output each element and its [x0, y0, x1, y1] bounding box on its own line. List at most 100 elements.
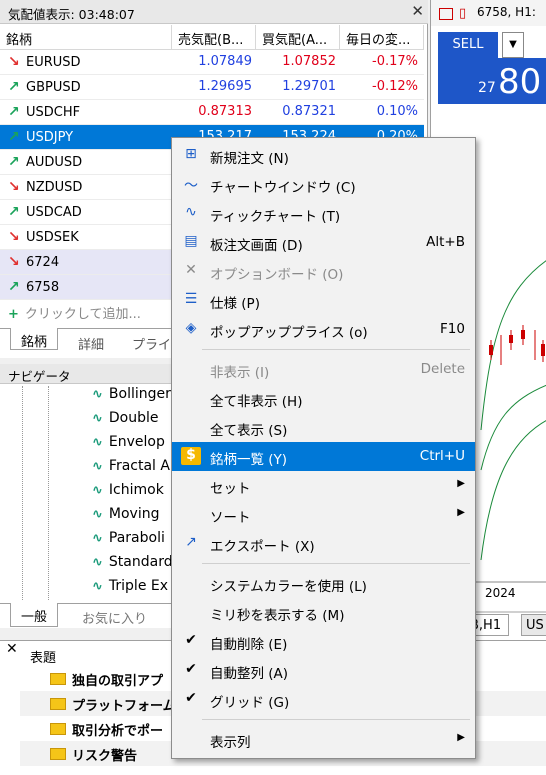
indicator-label: Standard — [108, 554, 173, 570]
menu-separator — [202, 719, 470, 720]
column-bid[interactable]: 売気配(B... — [172, 25, 256, 50]
menu-item-label: ポップアッププライス (o) — [210, 325, 368, 341]
indicator-label: Paraboli — [108, 530, 165, 546]
symbol-row[interactable]: ↗ GBPUSD 1.29695 1.29701 -0.12% — [0, 75, 424, 100]
menu-item[interactable]: ◈ ポップアッププライス (o) F10 — [172, 315, 475, 344]
tab-general[interactable]: 一般 — [10, 603, 59, 627]
new-order-icon: ⊞ — [185, 146, 197, 162]
menu-item-label: 表示列 — [210, 735, 251, 751]
menu-item[interactable]: ▤ 板注文画面 (D) Alt+B — [172, 228, 475, 257]
menu-item-label: チャートウインドウ (C) — [210, 180, 356, 196]
tab-details[interactable]: 詳細 — [68, 331, 114, 353]
bid-cell: 1.29695 — [198, 79, 252, 94]
menu-item-label: 新規注文 (N) — [210, 151, 289, 167]
symbol-cell: ↘ NZDUSD — [8, 175, 168, 200]
menu-item[interactable]: ミリ秒を表示する (M) — [172, 598, 475, 627]
column-ask[interactable]: 買気配(A... — [256, 25, 340, 50]
indicator-label: Bollinger — [108, 386, 171, 402]
indicator-item[interactable]: ∿ Paraboli — [92, 530, 165, 554]
close-icon[interactable]: ✕ — [411, 2, 424, 20]
sell-price[interactable]: 27 80 — [438, 58, 546, 104]
menu-item[interactable]: ↗ エクスポート (X) — [172, 529, 475, 558]
chevron-down-icon: ▼ — [509, 39, 517, 50]
envelope-icon — [50, 723, 66, 735]
menu-item-label: セット — [210, 481, 251, 497]
trade-icon: ▯ — [459, 6, 467, 21]
symbol-cell: ↗ USDJPY — [8, 125, 168, 150]
chart-header: 6758, H1: — [477, 5, 536, 19]
column-symbol[interactable]: 銘柄 — [0, 25, 172, 50]
menu-item-shortcut: Delete — [420, 361, 465, 377]
symbol-cell: ↗ USDCAD — [8, 200, 168, 225]
submenu-arrow-icon: ▶ — [457, 507, 465, 518]
checkmark-icon: ✔ — [185, 632, 197, 648]
menu-item-label: システムカラーを使用 (L) — [210, 579, 367, 595]
indicator-label: Triple Ex — [108, 578, 169, 594]
submenu-arrow-icon: ▶ — [457, 732, 465, 743]
indicator-icon: ∿ — [92, 579, 103, 594]
price-small: 27 — [478, 80, 496, 96]
ask-cell: 1.07852 — [282, 54, 336, 69]
menu-item[interactable]: ✔ グリッド (G) — [172, 685, 475, 714]
sell-button[interactable]: SELL — [438, 32, 498, 58]
menu-item[interactable]: ☰ 仕様 (P) — [172, 286, 475, 315]
indicator-item[interactable]: ∿ Bollinger — [92, 386, 171, 410]
menu-item[interactable]: ✔ 自動削除 (E) — [172, 627, 475, 656]
arrow-up-icon: ↗ — [8, 279, 20, 295]
arrow-down-icon: ↘ — [8, 254, 20, 270]
menu-item[interactable]: 表示列 ▶ — [172, 725, 475, 754]
symbol-name: USDSEK — [26, 230, 79, 245]
indicator-item[interactable]: ∿ Fractal A — [92, 458, 170, 482]
tab-favorites[interactable]: お気に入り — [72, 605, 157, 627]
menu-item-label: 全て表示 (S) — [210, 423, 288, 439]
change-cell: -0.12% — [372, 79, 418, 94]
indicator-label: Envelop — [108, 434, 165, 450]
indicator-item[interactable]: ∿ Triple Ex — [92, 578, 168, 602]
symbol-cell: ↘ EURUSD — [8, 50, 168, 75]
change-cell: -0.17% — [372, 54, 418, 69]
symbol-name: EURUSD — [26, 55, 81, 70]
menu-item-label: 非表示 (I) — [210, 365, 270, 381]
volume-dropdown[interactable]: ▼ — [502, 32, 524, 58]
add-symbol-row[interactable]: + クリックして追加... — [8, 303, 141, 322]
symbol-cell: ↗ USDCHF — [8, 100, 168, 125]
indicator-item[interactable]: ∿ Standard — [92, 554, 173, 578]
menu-item-label: ソート — [210, 510, 251, 526]
tab-symbols[interactable]: 銘柄 — [10, 328, 59, 350]
chart-tab-2[interactable]: US — [521, 614, 546, 636]
menu-item[interactable]: 〜チャートウインドウ (C) — [172, 170, 475, 199]
menu-item[interactable]: ✔ 自動整列 (A) — [172, 656, 475, 685]
arrow-up-icon: ↗ — [8, 129, 20, 145]
indicator-icon: ∿ — [92, 507, 103, 522]
indicator-item[interactable]: ∿ Ichimok — [92, 482, 164, 506]
chart-window-icon: 〜 — [184, 178, 198, 194]
menu-item[interactable]: ソート ▶ — [172, 500, 475, 529]
menu-item[interactable]: 全て非表示 (H) — [172, 384, 475, 413]
menu-item[interactable]: セット ▶ — [172, 471, 475, 500]
symbol-name: USDCAD — [26, 205, 82, 220]
menu-item-label: 板注文画面 (D) — [210, 238, 303, 254]
menu-item[interactable]: ⊞ 新規注文 (N) — [172, 141, 475, 170]
symbols-icon: $ — [181, 447, 201, 465]
menu-item: ✕ オプションボード (O) — [172, 257, 475, 286]
column-daily-change[interactable]: 毎日の変... — [340, 25, 424, 50]
menu-item[interactable]: システムカラーを使用 (L) — [172, 569, 475, 598]
context-menu: ⊞ 新規注文 (N) 〜チャートウインドウ (C) ∿ ティックチャート (T) ▤ 板注文… — [171, 137, 476, 759]
menu-item[interactable]: 全て表示 (S) — [172, 413, 475, 442]
popup-prices-icon: ◈ — [185, 320, 197, 336]
indicator-item[interactable]: ∿ Envelop — [92, 434, 165, 458]
symbol-name: USDCHF — [26, 105, 81, 120]
symbol-row[interactable]: ↗ USDCHF 0.87313 0.87321 0.10% — [0, 100, 424, 125]
close-icon[interactable]: ✕ — [6, 641, 18, 657]
menu-item-label: エクスポート (X) — [210, 539, 315, 555]
tick-chart-icon: ∿ — [185, 204, 197, 220]
indicator-icon: ∿ — [92, 435, 103, 450]
menu-item[interactable]: ∿ ティックチャート (T) — [172, 199, 475, 228]
menu-item[interactable]: $ 銘柄一覧 (Y) Ctrl+U — [172, 442, 475, 471]
arrow-up-icon: ↗ — [8, 104, 20, 120]
indicator-item[interactable]: ∿ Moving — [92, 506, 160, 530]
indicator-item[interactable]: ∿ Double — [92, 410, 159, 434]
indicator-label: Fractal A — [108, 458, 170, 474]
ask-cell: 1.29701 — [282, 79, 336, 94]
symbol-row[interactable]: ↘ EURUSD 1.07849 1.07852 -0.17% — [0, 50, 424, 75]
